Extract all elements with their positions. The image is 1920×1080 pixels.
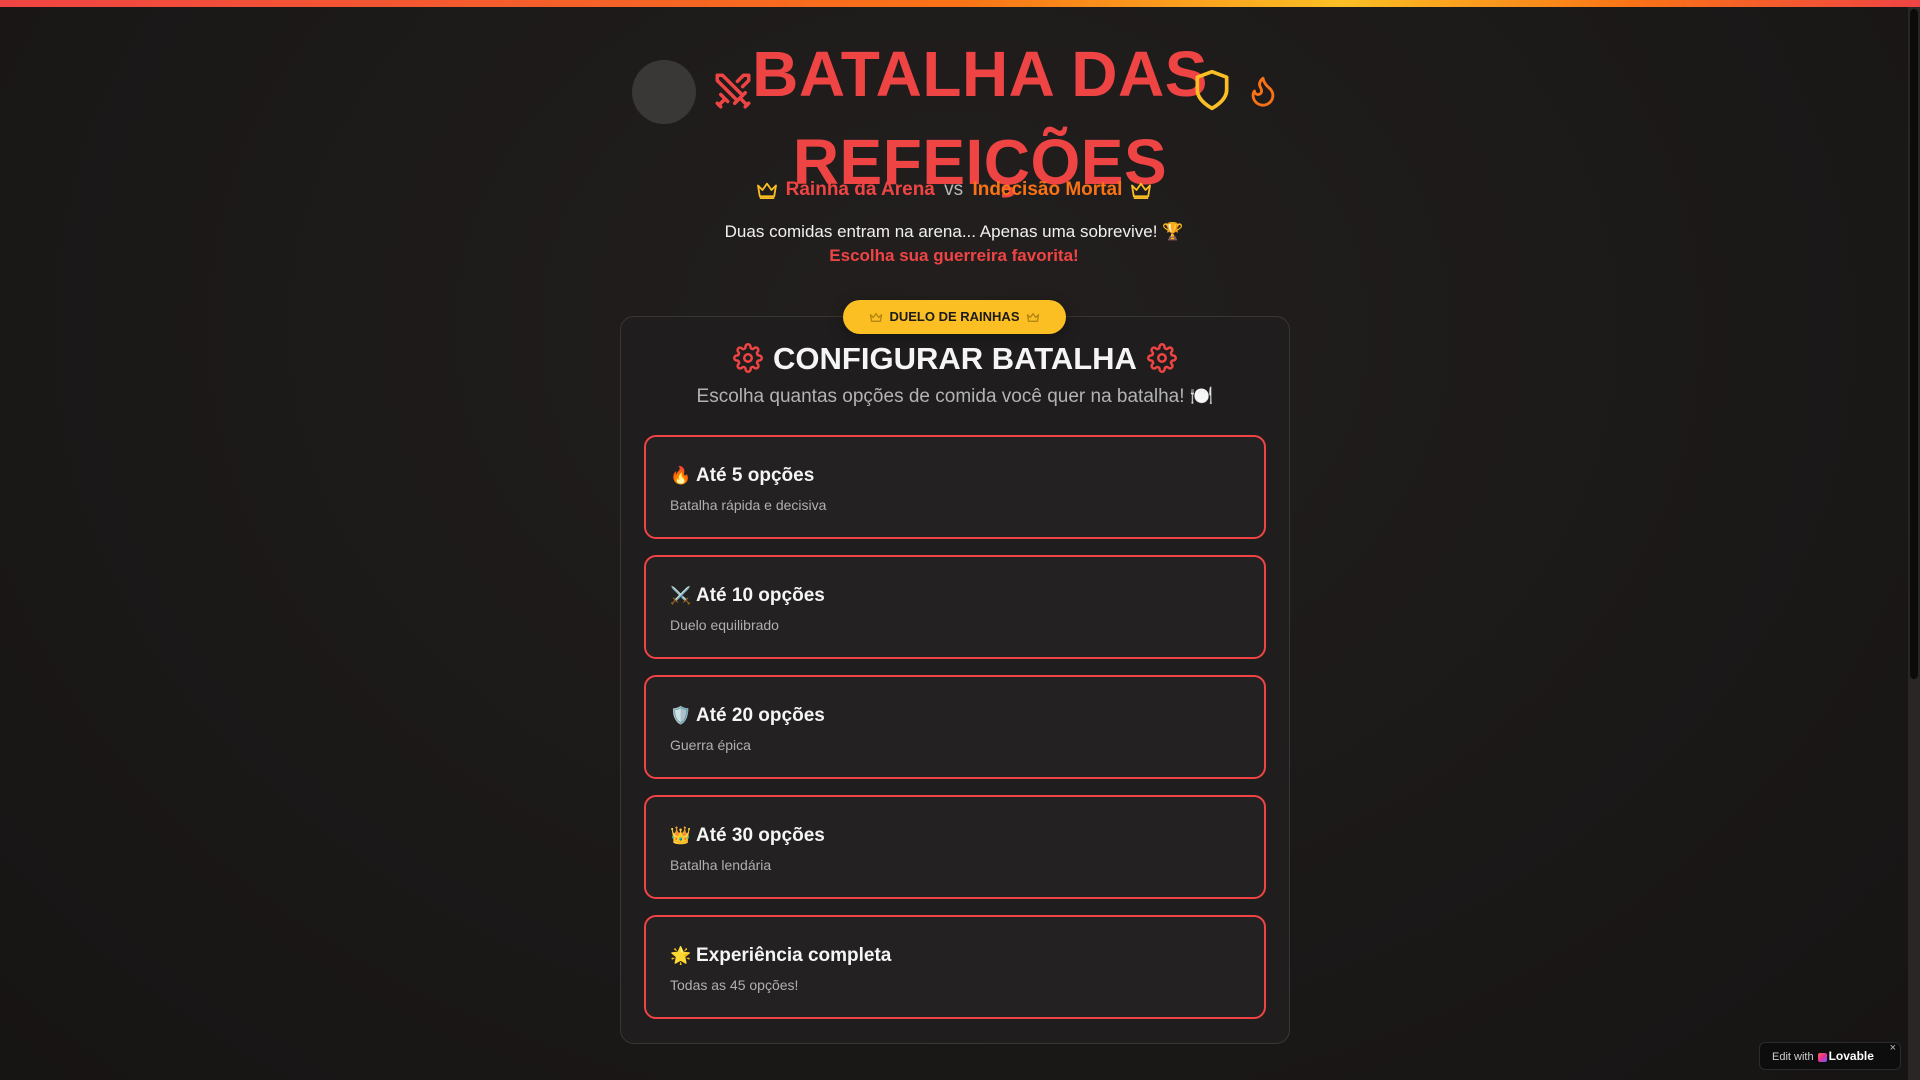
option-title-text: Até 5 opções [696,465,815,486]
crown-icon [1131,182,1152,199]
avatar [632,60,696,124]
call-to-action: Escolha sua guerreira favorita! [829,246,1079,265]
duel-badge: DUELO DE RAINHAS [843,300,1066,334]
gear-icon [1146,342,1177,373]
fire-icon: 🔥 [670,466,692,485]
option-description: Batalha lendária [670,857,772,873]
crown-icon [870,313,883,323]
option-5[interactable]: 🔥 Até 5 opções Batalha rápida e decisiva [644,435,1266,539]
option-description: Todas as 45 opções! [670,977,799,993]
queen-a-label: Rainha da Arena [785,179,935,200]
rivals-line: Rainha da Arena vs Indecisão Mortal [0,177,1908,203]
option-30[interactable]: 👑 Até 30 opções Batalha lendária [644,795,1266,899]
option-title-text: Até 30 opções [696,825,825,846]
edit-with-label: Edit with [1772,1051,1814,1063]
card-title-text: CONFIGURAR BATALHA [773,341,1137,376]
option-title-text: Até 10 opções [696,585,825,606]
shield-icon [1195,69,1229,111]
gear-icon [733,342,763,373]
option-all[interactable]: 🌟 Experiência completa Todas as 45 opções… [644,915,1266,1019]
scrollbar-thumb[interactable] [1910,9,1918,679]
crown-icon [756,182,777,199]
top-gradient-bar [0,0,1920,7]
crown-icon [1026,313,1039,323]
card-title: CONFIGURAR BATALHA [620,338,1290,380]
card-subtitle: Escolha quantas opções de comida você qu… [696,386,1214,407]
crown-icon: 👑 [670,826,692,845]
option-description: Guerra épica [670,737,751,753]
option-title-text: Até 20 opções [696,705,825,726]
close-icon[interactable]: × [1890,1035,1896,1061]
duel-badge-label: DUELO DE RAINHAS [889,309,1020,324]
page-title-line-1: BATALHA DAS [752,38,1208,110]
option-title: 🛡️ Até 20 opções [670,703,1240,729]
crossed-swords-icon: ⚔️ [670,586,692,605]
option-description: Duelo equilibrado [670,617,779,633]
lovable-logo-icon [1817,1052,1827,1062]
edit-with-lovable-button[interactable]: Edit with Lovable × [1759,1042,1901,1070]
option-description: Batalha rápida e decisiva [670,497,827,513]
star-icon: 🌟 [670,946,692,965]
flame-icon [1251,76,1275,107]
shield-icon: 🛡️ [670,706,692,725]
option-title: 👑 Até 30 opções [670,823,1240,849]
lovable-brand: Lovable [1828,1049,1874,1063]
crossed-swords-icon [715,73,751,109]
option-title: 🌟 Experiência completa [670,943,1240,969]
option-title-text: Experiência completa [696,945,892,966]
queen-b-label: Indecisão Mortal [972,179,1123,200]
option-10[interactable]: ⚔️ Até 10 opções Duelo equilibrado [644,555,1266,659]
tagline: Duas comidas entram na arena... Apenas u… [724,222,1184,241]
option-20[interactable]: 🛡️ Até 20 opções Guerra épica [644,675,1266,779]
option-title: ⚔️ Até 10 opções [670,583,1240,609]
vs-label: vs [944,179,964,200]
header: BATALHA DAS REFEIÇÕES [620,30,1300,198]
option-title: 🔥 Até 5 opções [670,463,1240,489]
